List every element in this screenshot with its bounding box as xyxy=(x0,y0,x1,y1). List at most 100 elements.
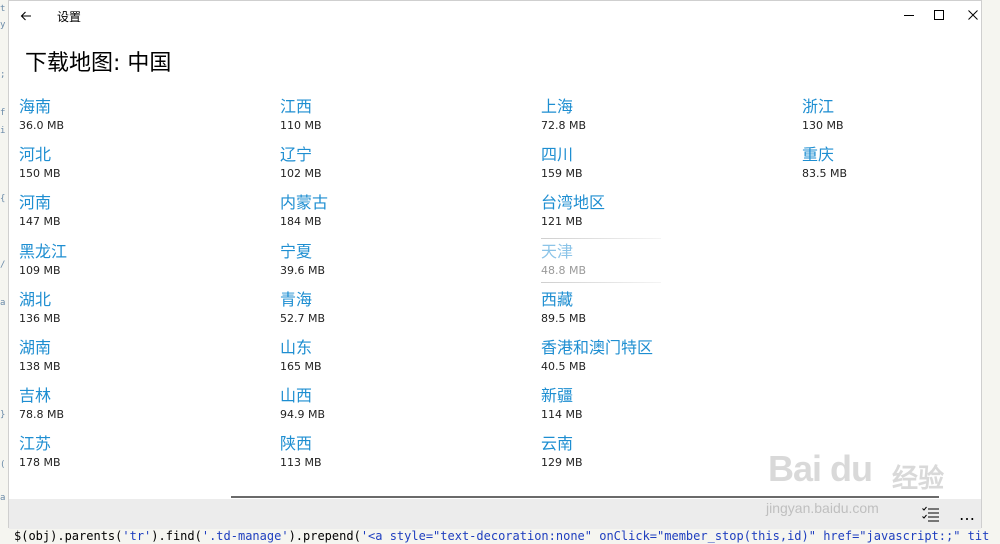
disabled-divider xyxy=(541,281,661,283)
region-size: 159 MB xyxy=(541,167,583,181)
code-mark: { xyxy=(0,194,6,204)
region-item[interactable]: 香港和澳门特区 40.5 MB xyxy=(541,338,781,384)
region-name[interactable]: 黑龙江 xyxy=(19,242,67,262)
background-editor-bottom: $(obj).parents('tr').find('.td-manage').… xyxy=(0,528,1000,544)
region-name[interactable]: 辽宁 xyxy=(280,145,312,165)
region-name[interactable]: 宁夏 xyxy=(280,242,312,262)
code-mark: i xyxy=(0,126,6,136)
title-bar: 设置 xyxy=(9,1,981,31)
region-name[interactable]: 江西 xyxy=(280,97,312,117)
region-item[interactable]: 四川 159 MB xyxy=(541,145,781,191)
region-name[interactable]: 香港和澳门特区 xyxy=(541,338,653,358)
region-item[interactable]: 浙江 130 MB xyxy=(802,97,1000,143)
code-mark: f xyxy=(0,108,6,118)
region-item[interactable]: 河北 150 MB xyxy=(19,145,259,191)
region-size: 165 MB xyxy=(280,360,322,373)
region-name[interactable]: 山东 xyxy=(280,338,312,358)
region-item[interactable]: 宁夏 39.6 MB xyxy=(280,242,520,288)
region-item[interactable]: 黑龙江 109 MB xyxy=(19,242,259,288)
region-size: 184 MB xyxy=(280,215,322,229)
region-list: 海南 36.0 MB 河北 150 MB 河南 147 MB 黑龙江 109 MB 湖北 136 … xyxy=(19,97,974,469)
region-name[interactable]: 重庆 xyxy=(802,145,834,165)
region-item[interactable]: 山东 165 MB xyxy=(280,338,520,384)
code-token: ).prepend( xyxy=(288,529,361,543)
region-item[interactable]: 湖北 136 MB xyxy=(19,290,259,336)
more-options-button[interactable]: … xyxy=(953,503,981,525)
region-size: 138 MB xyxy=(19,360,61,373)
region-name[interactable]: 新疆 xyxy=(541,386,573,406)
region-size: 94.9 MB xyxy=(280,408,326,422)
code-token: 'tr' xyxy=(122,529,152,543)
region-item[interactable]: 台湾地区 121 MB xyxy=(541,193,781,239)
region-name[interactable]: 湖北 xyxy=(19,290,51,310)
code-mark: a xyxy=(0,493,6,503)
code-token: ).find( xyxy=(151,529,202,543)
background-code-line: $(obj).parents('tr').find('.td-manage').… xyxy=(14,529,989,543)
region-item[interactable]: 海南 36.0 MB xyxy=(19,97,259,143)
close-button[interactable] xyxy=(956,1,990,29)
region-name: 天津 xyxy=(541,241,574,261)
code-mark: } xyxy=(0,410,6,420)
region-size: 129 MB xyxy=(541,456,583,470)
region-name[interactable]: 上海 xyxy=(541,97,573,117)
region-item[interactable]: 新疆 114 MB xyxy=(541,386,781,432)
region-size: 178 MB xyxy=(19,456,61,470)
region-name[interactable]: 陕西 xyxy=(280,434,312,454)
code-mark: a xyxy=(0,298,6,308)
region-item[interactable]: 上海 72.8 MB xyxy=(541,97,781,143)
more-icon: … xyxy=(959,504,975,524)
code-token: '<a style="text-decoration:none" onClick… xyxy=(360,529,990,543)
region-size: 52.7 MB xyxy=(280,311,326,325)
settings-window: 设置 下载地图: 中国 海南 36.0 MB 河北 150 MB 河南 147 MB 黑龙江… xyxy=(8,0,982,529)
region-name[interactable]: 青海 xyxy=(280,290,312,310)
region-name[interactable]: 西藏 xyxy=(541,290,573,310)
back-arrow-icon xyxy=(20,11,31,21)
region-name[interactable]: 台湾地区 xyxy=(541,193,605,213)
region-size: 48.8 MB xyxy=(541,263,587,277)
region-size: 83.5 MB xyxy=(802,167,848,181)
region-item[interactable]: 内蒙古 184 MB xyxy=(280,193,520,239)
region-name[interactable]: 海南 xyxy=(19,97,51,117)
region-item[interactable]: 河南 147 MB xyxy=(19,193,259,239)
select-list-button[interactable] xyxy=(917,503,945,525)
background-editor-right xyxy=(981,0,1000,544)
region-size: 121 MB xyxy=(541,215,583,229)
region-item[interactable]: 江西 110 MB xyxy=(280,97,520,143)
region-name[interactable]: 浙江 xyxy=(802,97,834,117)
region-size: 150 MB xyxy=(19,167,61,181)
region-name[interactable]: 四川 xyxy=(541,145,573,165)
region-item[interactable]: 西藏 89.5 MB xyxy=(541,290,781,336)
scroll-indicator xyxy=(231,496,939,498)
region-item[interactable]: 山西 94.9 MB xyxy=(280,386,520,432)
region-name[interactable]: 云南 xyxy=(541,434,573,454)
region-name[interactable]: 湖南 xyxy=(19,338,51,358)
maximize-button[interactable] xyxy=(922,1,956,29)
region-item[interactable]: 吉林 78.8 MB xyxy=(19,386,259,432)
code-mark: y xyxy=(0,20,6,30)
region-name[interactable]: 河南 xyxy=(19,193,51,213)
region-name[interactable]: 河北 xyxy=(19,145,51,165)
region-item[interactable]: 云南 129 MB xyxy=(541,434,781,480)
region-item[interactable]: 青海 52.7 MB xyxy=(280,290,520,336)
region-name[interactable]: 吉林 xyxy=(19,386,51,406)
region-size: 136 MB xyxy=(19,311,61,325)
minimize-icon xyxy=(904,15,914,16)
region-item[interactable]: 江苏 178 MB xyxy=(19,434,259,480)
minimize-button[interactable] xyxy=(892,1,926,29)
page-title: 下载地图: 中国 xyxy=(25,51,172,76)
region-size: 39.6 MB xyxy=(280,263,326,277)
region-item: 天津 48.8 MB xyxy=(541,237,781,288)
back-button[interactable] xyxy=(13,3,39,29)
region-item[interactable]: 湖南 138 MB xyxy=(19,338,259,384)
region-item[interactable]: 陕西 113 MB xyxy=(280,434,520,480)
region-item[interactable]: 辽宁 102 MB xyxy=(280,145,520,191)
code-mark: ( xyxy=(0,460,6,470)
region-name[interactable]: 山西 xyxy=(280,386,312,406)
region-item[interactable]: 重庆 83.5 MB xyxy=(802,145,1000,191)
region-name[interactable]: 内蒙古 xyxy=(280,193,328,213)
checklist-icon xyxy=(922,506,939,522)
region-size: 147 MB xyxy=(19,215,61,229)
region-name[interactable]: 江苏 xyxy=(19,434,51,454)
maximize-icon xyxy=(934,10,944,20)
disabled-divider xyxy=(541,237,661,239)
